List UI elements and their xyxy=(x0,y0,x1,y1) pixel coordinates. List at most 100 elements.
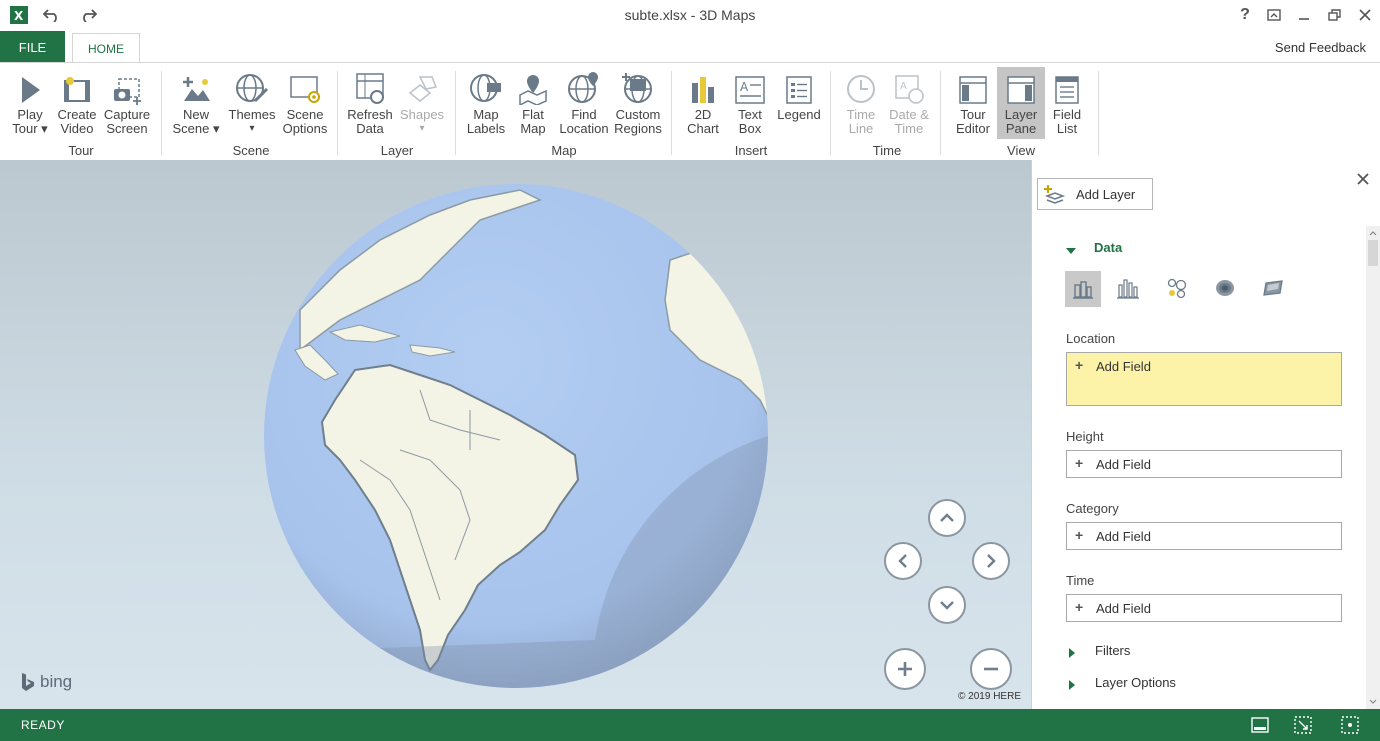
collapse-triangle-icon[interactable] xyxy=(1066,243,1076,261)
ribbon-separator xyxy=(830,71,831,155)
location-add-field[interactable]: Add Field xyxy=(1096,359,1151,374)
zoom-in-button[interactable] xyxy=(884,648,926,690)
stacked-column-viz-button[interactable] xyxy=(1065,271,1101,307)
screen-view-icon[interactable] xyxy=(1250,715,1270,735)
globe[interactable] xyxy=(0,160,1031,709)
fullscreen-icon[interactable] xyxy=(1340,715,1360,735)
2d-chart-label-1: 2D xyxy=(694,107,712,122)
filters-section[interactable]: Filters xyxy=(1095,643,1130,658)
create-video-button[interactable]: Create Video xyxy=(54,67,100,136)
field-list-label-1: Field xyxy=(1052,107,1082,122)
refresh-data-button[interactable]: Refresh Data xyxy=(345,67,395,136)
time-line-button[interactable]: Time Line xyxy=(840,67,882,136)
rotate-right-button[interactable] xyxy=(972,542,1010,580)
flat-map-button[interactable]: Flat Map xyxy=(512,67,554,136)
bubble-viz-button[interactable] xyxy=(1166,277,1188,304)
custom-regions-button[interactable]: Custom Regions xyxy=(612,67,664,136)
clustered-column-viz-button[interactable] xyxy=(1117,277,1139,304)
chevron-right-icon xyxy=(987,554,996,568)
close-pane-icon[interactable] xyxy=(1356,172,1370,191)
time-field-well[interactable]: + Add Field xyxy=(1066,594,1342,622)
ribbon: Play Tour ▾ Create Video Capture Screen … xyxy=(0,62,1380,161)
minimize-icon[interactable] xyxy=(1292,4,1316,26)
layer-pane-button[interactable]: Layer Pane xyxy=(997,67,1045,139)
time-label: Time xyxy=(1066,573,1095,588)
scroll-up-icon[interactable] xyxy=(1366,228,1380,238)
text-box-icon: A xyxy=(730,67,770,105)
find-location-label-2: Location xyxy=(559,121,609,136)
chevron-up-icon xyxy=(940,513,954,522)
stacked-column-icon xyxy=(1073,281,1093,299)
svg-text:A: A xyxy=(900,81,907,92)
add-layer-label: Add Layer xyxy=(1076,186,1136,202)
layer-pane-label-2: Pane xyxy=(1005,121,1037,136)
expand-triangle-icon[interactable] xyxy=(1069,677,1075,695)
tour-editor-button[interactable]: Tour Editor xyxy=(950,67,996,136)
new-scene-label-2: Scene ▾ xyxy=(172,121,220,136)
play-icon xyxy=(8,67,52,105)
add-layer-button[interactable]: Add Layer xyxy=(1037,178,1153,210)
help-icon[interactable]: ? xyxy=(1233,4,1257,26)
date-time-button[interactable]: A Date & Time xyxy=(886,67,932,136)
map-labels-button[interactable]: Map Labels xyxy=(463,67,509,136)
plus-icon: + xyxy=(1075,455,1084,471)
map-canvas[interactable]: bing © 2019 HERE xyxy=(0,160,1031,709)
custom-regions-label-1: Custom xyxy=(615,107,661,122)
scroll-thumb[interactable] xyxy=(1368,240,1378,266)
group-label-view: View xyxy=(1007,143,1035,158)
tour-editor-label-1: Tour xyxy=(960,107,986,122)
heat-map-viz-button[interactable] xyxy=(1214,277,1236,304)
send-feedback-link[interactable]: Send Feedback xyxy=(1275,40,1366,55)
location-field-well[interactable]: + Add Field xyxy=(1066,352,1342,406)
tab-row: FILE HOME Send Feedback xyxy=(0,31,1380,64)
category-add-field[interactable]: Add Field xyxy=(1096,529,1151,544)
new-scene-icon xyxy=(172,67,220,105)
scene-options-button[interactable]: Scene Options xyxy=(280,67,330,136)
refresh-data-icon xyxy=(345,67,395,105)
height-add-field[interactable]: Add Field xyxy=(1096,457,1151,472)
legend-button[interactable]: Legend xyxy=(774,67,824,122)
text-box-button[interactable]: A Text Box xyxy=(730,67,770,136)
themes-button[interactable]: Themes ▾ xyxy=(226,67,278,136)
scroll-down-icon[interactable] xyxy=(1366,697,1380,707)
new-scene-button[interactable]: New Scene ▾ xyxy=(172,67,220,136)
field-list-button[interactable]: Field List xyxy=(1047,67,1087,136)
expand-triangle-icon[interactable] xyxy=(1069,645,1075,663)
category-field-well[interactable]: + Add Field xyxy=(1066,522,1342,550)
time-add-field[interactable]: Add Field xyxy=(1096,601,1151,616)
tab-home[interactable]: HOME xyxy=(72,33,140,64)
region-viz-button[interactable] xyxy=(1262,277,1284,304)
2d-chart-button[interactable]: 2D Chart xyxy=(682,67,724,136)
add-layer-icon xyxy=(1044,185,1066,204)
find-location-button[interactable]: Find Location xyxy=(558,67,610,136)
bing-text: bing xyxy=(40,672,73,691)
height-field-well[interactable]: + Add Field xyxy=(1066,450,1342,478)
capture-screen-label-2: Screen xyxy=(106,121,148,136)
plus-icon: + xyxy=(1075,527,1084,543)
tilt-up-button[interactable] xyxy=(928,499,966,537)
close-window-icon[interactable] xyxy=(1353,4,1377,26)
map-labels-label-2: Labels xyxy=(466,121,506,136)
capture-screen-button[interactable]: Capture Screen xyxy=(102,67,152,136)
ribbon-separator xyxy=(337,71,338,155)
field-list-label-2: List xyxy=(1056,121,1078,136)
layer-options-section[interactable]: Layer Options xyxy=(1095,675,1176,690)
2d-chart-label-2: Chart xyxy=(687,121,719,136)
ribbon-display-icon[interactable] xyxy=(1262,4,1286,26)
restore-icon[interactable] xyxy=(1323,4,1347,26)
play-tour-button[interactable]: Play Tour ▾ xyxy=(8,67,52,136)
data-section-heading[interactable]: Data xyxy=(1094,240,1122,255)
plus-icon xyxy=(898,662,912,676)
film-icon xyxy=(54,67,100,105)
rotate-left-button[interactable] xyxy=(884,542,922,580)
window-view-icon[interactable] xyxy=(1293,715,1313,735)
height-label: Height xyxy=(1066,429,1104,444)
field-list-icon xyxy=(1047,67,1087,105)
ribbon-separator xyxy=(455,71,456,155)
tilt-down-button[interactable] xyxy=(928,586,966,624)
group-label-map: Map xyxy=(551,143,577,158)
tab-file[interactable]: FILE xyxy=(0,31,65,63)
pane-scrollbar[interactable] xyxy=(1366,226,1380,709)
zoom-out-button[interactable] xyxy=(970,648,1012,690)
shapes-button[interactable]: Shapes ▾ xyxy=(398,67,446,136)
